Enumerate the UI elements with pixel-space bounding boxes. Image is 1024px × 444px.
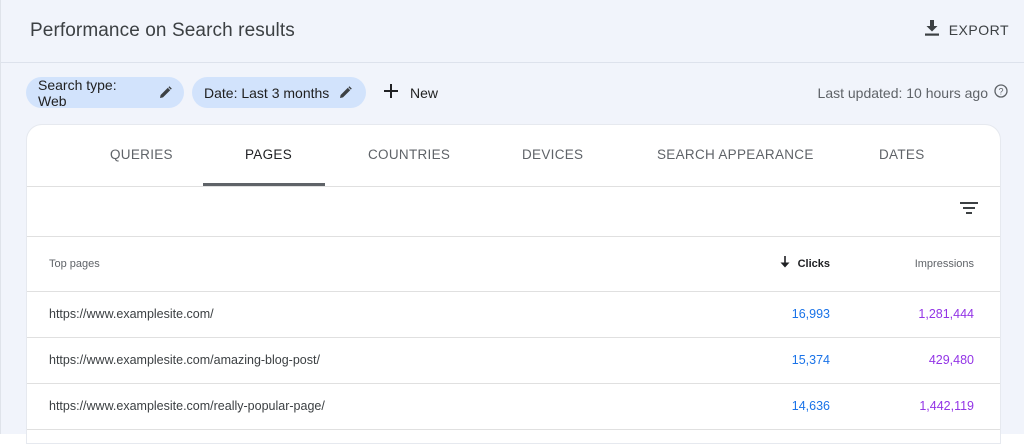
- column-header-impressions[interactable]: Impressions: [915, 258, 974, 270]
- export-label: EXPORT: [948, 21, 1009, 38]
- tab-queries[interactable]: QUERIES: [110, 147, 173, 162]
- column-header-clicks[interactable]: Clicks: [780, 256, 830, 271]
- table-toolbar: [27, 187, 1000, 237]
- date-range-chip[interactable]: Date: Last 3 months: [192, 77, 366, 108]
- search-type-chip[interactable]: Search type: Web: [26, 76, 184, 109]
- impressions-value: 1,281,444: [918, 307, 974, 321]
- plus-icon: [384, 84, 398, 101]
- chip-label: Date: Last 3 months: [204, 84, 330, 101]
- tab-search-appearance[interactable]: SEARCH APPEARANCE: [657, 147, 814, 162]
- active-tab-indicator: [203, 183, 325, 186]
- clicks-label: Clicks: [797, 257, 830, 270]
- clicks-value: 15,374: [791, 353, 830, 367]
- column-header-pages[interactable]: Top pages: [49, 258, 100, 270]
- page-url: https://www.examplesite.com/: [49, 307, 214, 321]
- filter-icon[interactable]: [960, 201, 978, 220]
- performance-panel: Performance on Search results EXPORT Sea…: [0, 0, 1024, 444]
- pencil-icon: [339, 86, 353, 99]
- filter-bar: Search type: Web Date: Last 3 months New…: [26, 77, 1008, 109]
- chip-label: Search type: Web: [38, 76, 117, 109]
- table-row[interactable]: https://www.examplesite.com/really-popul…: [27, 384, 1000, 430]
- last-updated: Last updated: 10 hours ago ?: [818, 84, 1008, 101]
- tab-countries[interactable]: COUNTRIES: [368, 147, 450, 162]
- export-button[interactable]: EXPORT: [924, 20, 1009, 39]
- download-icon: [924, 20, 939, 39]
- table-header: Top pages Clicks Impressions: [27, 237, 1000, 292]
- report-tabs: QUERIES PAGES COUNTRIES DEVICES SEARCH A…: [27, 125, 1000, 187]
- new-filter-button[interactable]: New: [384, 77, 438, 108]
- header: Performance on Search results EXPORT: [1, 0, 1024, 63]
- clicks-value: 14,636: [791, 399, 830, 413]
- clicks-value: 16,993: [791, 307, 830, 321]
- svg-text:?: ?: [998, 87, 1003, 97]
- help-icon[interactable]: ?: [994, 84, 1008, 101]
- page-title: Performance on Search results: [30, 20, 295, 41]
- tab-pages[interactable]: PAGES: [245, 147, 292, 162]
- arrow-down-icon: [780, 256, 790, 271]
- last-updated-text: Last updated: 10 hours ago: [817, 84, 988, 101]
- new-label: New: [410, 84, 439, 101]
- table-row[interactable]: https://www.examplesite.com/ 16,993 1,28…: [27, 292, 1000, 338]
- tab-devices[interactable]: DEVICES: [522, 147, 583, 162]
- impressions-value: 429,480: [928, 353, 974, 367]
- tab-dates[interactable]: DATES: [879, 147, 925, 162]
- impressions-value: 1,442,119: [919, 399, 974, 413]
- table-row[interactable]: https://www.examplesite.com/amazing-blog…: [27, 338, 1000, 384]
- page-url: https://www.examplesite.com/amazing-blog…: [49, 353, 320, 367]
- report-card: QUERIES PAGES COUNTRIES DEVICES SEARCH A…: [26, 124, 1001, 444]
- pencil-icon: [159, 86, 172, 99]
- page-url: https://www.examplesite.com/really-popul…: [49, 399, 325, 413]
